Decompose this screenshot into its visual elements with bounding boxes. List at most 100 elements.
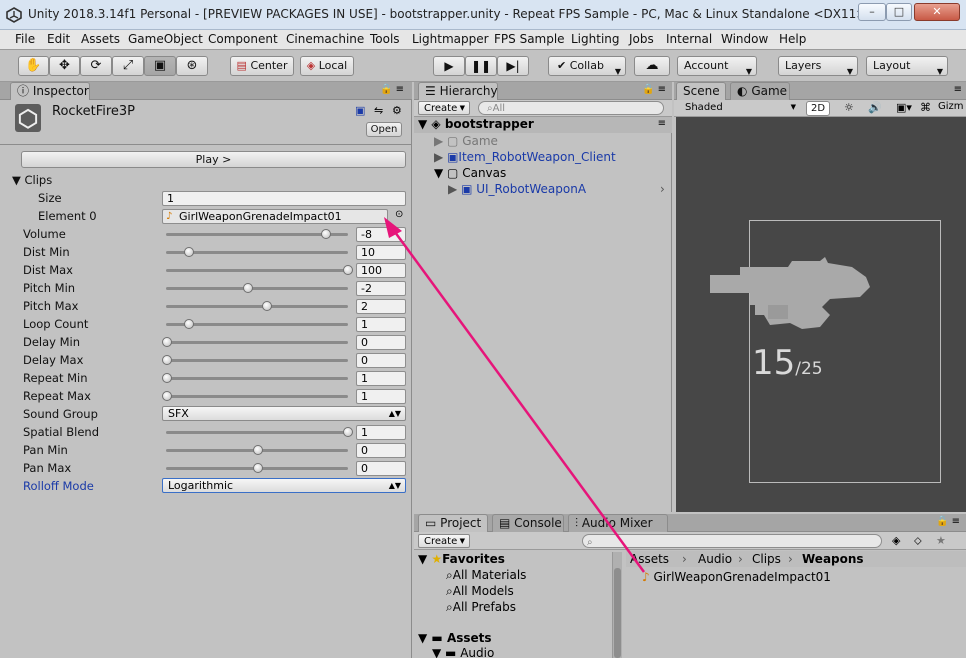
layout-dropdown[interactable]: Layout ▼ — [866, 56, 948, 76]
delay-max-field[interactable]: 0 — [356, 353, 406, 368]
spatial-blend-field[interactable]: 1 — [356, 425, 406, 440]
hierarchy-item-ui-robotweapona[interactable]: ▶ ▣ UI_RobotWeaponA — [448, 182, 586, 196]
favorite-all-models[interactable]: ⌕All Models — [446, 584, 514, 599]
step-button[interactable]: ▶| — [497, 56, 529, 76]
tab-console[interactable]: ▤ Console — [492, 514, 564, 532]
pitch-min-slider-thumb[interactable] — [243, 283, 254, 293]
menu-tools[interactable]: Tools — [370, 32, 400, 46]
rect-tool-button[interactable]: ▣ — [144, 56, 176, 76]
minimize-button[interactable]: – — [858, 3, 886, 21]
menu-jobs[interactable]: Jobs — [629, 32, 654, 46]
dist-max-slider[interactable] — [166, 269, 348, 272]
dist-max-slider-thumb[interactable] — [343, 265, 353, 275]
delay-min-field[interactable]: 0 — [356, 335, 406, 350]
assets-foldout[interactable]: ▼ ▬ Assets — [418, 631, 492, 645]
tab-audio-mixer[interactable]: ⫶ Audio Mixer — [568, 514, 668, 532]
pivot-center-button[interactable]: ▤ Center — [230, 56, 294, 76]
folder-tree-scrollbar[interactable] — [612, 552, 622, 658]
menu-help[interactable]: Help — [779, 32, 806, 46]
sound-group-dropdown[interactable]: SFX ▲▼ — [162, 406, 406, 421]
volume-field[interactable]: -8 — [356, 227, 406, 242]
dist-min-slider-thumb[interactable] — [183, 247, 194, 257]
hierarchy-item-canvas[interactable]: ▼ ▢ Canvas — [434, 166, 506, 180]
gizmos-button[interactable]: Gizm — [938, 101, 964, 112]
asset-audio-clip[interactable]: ♪ GirlWeaponGrenadeImpact01 — [642, 570, 831, 584]
tab-inspector[interactable]: ⓘ Inspector — [10, 82, 90, 100]
tab-game[interactable]: ◐ Game — [730, 82, 790, 100]
pan-max-field[interactable]: 0 — [356, 461, 406, 476]
delay-min-slider[interactable] — [166, 341, 348, 344]
repeat-min-slider[interactable] — [166, 377, 348, 380]
visibility-icon[interactable]: ⌘ — [920, 101, 931, 114]
pan-max-slider-thumb[interactable] — [252, 463, 263, 473]
element0-object-field[interactable]: ♪ GirlWeaponGrenadeImpact01 — [162, 209, 388, 224]
audio-folder[interactable]: ▼ ▬ Audio — [432, 646, 494, 658]
volume-slider-thumb[interactable] — [321, 229, 332, 239]
menu-assets[interactable]: Assets — [81, 32, 120, 46]
cloud-button[interactable]: ☁ — [634, 56, 670, 76]
pan-min-slider-thumb[interactable] — [252, 445, 263, 455]
label-icon[interactable]: ⬦ — [914, 534, 922, 548]
breadcrumb-assets[interactable]: Assets — [630, 552, 669, 566]
filter-type-icon[interactable]: ◈ — [892, 534, 900, 547]
favorite-all-materials[interactable]: ⌕All Materials — [446, 568, 526, 583]
chevron-right-icon[interactable]: › — [660, 182, 665, 196]
hand-tool-button[interactable]: ✋ — [18, 56, 49, 76]
delay-max-slider-thumb[interactable] — [162, 355, 172, 365]
pan-min-field[interactable]: 0 — [356, 443, 406, 458]
project-search-input[interactable]: ⌕ — [582, 534, 882, 548]
gear-icon[interactable]: ⚙ — [392, 104, 402, 117]
account-dropdown[interactable]: Account ▼ — [677, 56, 757, 76]
menu-internal[interactable]: Internal — [666, 32, 712, 46]
menu-fps-sample[interactable]: FPS Sample — [494, 32, 565, 46]
hierarchy-search-input[interactable]: ⌕All — [478, 101, 664, 115]
menu-gameobject[interactable]: GameObject — [128, 32, 203, 46]
breadcrumb-audio[interactable]: Audio — [698, 552, 732, 566]
panel-menu-icon[interactable]: 🔒 ≡ — [936, 516, 960, 527]
loop-count-field[interactable]: 1 — [356, 317, 406, 332]
favorites-foldout[interactable]: ▼ ★Favorites — [418, 552, 505, 566]
loop-count-slider-thumb[interactable] — [183, 319, 194, 329]
spatial-blend-slider[interactable] — [166, 431, 348, 434]
play-button[interactable]: ▶ — [433, 56, 465, 76]
favorite-all-prefabs[interactable]: ⌕All Prefabs — [446, 600, 516, 615]
panel-menu-icon[interactable]: 🔒 ≡ — [642, 84, 666, 95]
panel-menu-icon[interactable]: 🔒 ≡ — [380, 84, 404, 95]
shading-mode-dropdown[interactable]: Shaded ▼ — [680, 101, 800, 115]
help-icon[interactable]: ▣ — [355, 104, 365, 117]
star-icon[interactable]: ★ — [936, 534, 946, 547]
menu-lightmapper[interactable]: Lightmapper — [412, 32, 489, 46]
tab-scene[interactable]: Scene — [676, 82, 726, 100]
play-sound-button[interactable]: Play > — [21, 151, 406, 168]
audio-icon[interactable]: 🔊 — [868, 101, 882, 114]
pitch-max-field[interactable]: 2 — [356, 299, 406, 314]
menu-lighting[interactable]: Lighting — [571, 32, 620, 46]
layers-dropdown[interactable]: Layers ▼ — [778, 56, 858, 76]
menu-cinemachine[interactable]: Cinemachine — [286, 32, 364, 46]
object-picker-icon[interactable]: ⊙ — [395, 209, 403, 220]
pitch-min-field[interactable]: -2 — [356, 281, 406, 296]
repeat-min-slider-thumb[interactable] — [162, 373, 172, 383]
rotate-tool-button[interactable]: ⟳ — [80, 56, 112, 76]
breadcrumb-weapons[interactable]: Weapons — [802, 552, 864, 566]
hierarchy-item-robotweapon-client[interactable]: ▶ ▣Item_RobotWeapon_Client — [434, 150, 616, 164]
menu-component[interactable]: Component — [208, 32, 278, 46]
collab-dropdown[interactable]: ✔ Collab ▼ — [548, 56, 626, 76]
repeat-max-field[interactable]: 1 — [356, 389, 406, 404]
delay-min-slider-thumb[interactable] — [162, 337, 172, 347]
transform-tool-button[interactable]: ⊛ — [176, 56, 208, 76]
2d-toggle[interactable]: 2D — [806, 101, 830, 116]
delay-max-slider[interactable] — [166, 359, 348, 362]
project-create-button[interactable]: Create ▼ — [418, 534, 470, 548]
rolloff-mode-dropdown[interactable]: Logarithmic ▲▼ — [162, 478, 406, 493]
breadcrumb-clips[interactable]: Clips — [752, 552, 781, 566]
pitch-min-slider[interactable] — [166, 287, 348, 290]
maximize-button[interactable]: □ — [886, 3, 912, 21]
repeat-max-slider[interactable] — [166, 395, 348, 398]
spatial-blend-slider-thumb[interactable] — [343, 427, 353, 437]
menu-window[interactable]: Window — [721, 32, 768, 46]
scene-menu-icon[interactable]: ≡ — [658, 118, 666, 129]
dist-min-field[interactable]: 10 — [356, 245, 406, 260]
menu-file[interactable]: File — [15, 32, 35, 46]
move-tool-button[interactable]: ✥ — [49, 56, 80, 76]
